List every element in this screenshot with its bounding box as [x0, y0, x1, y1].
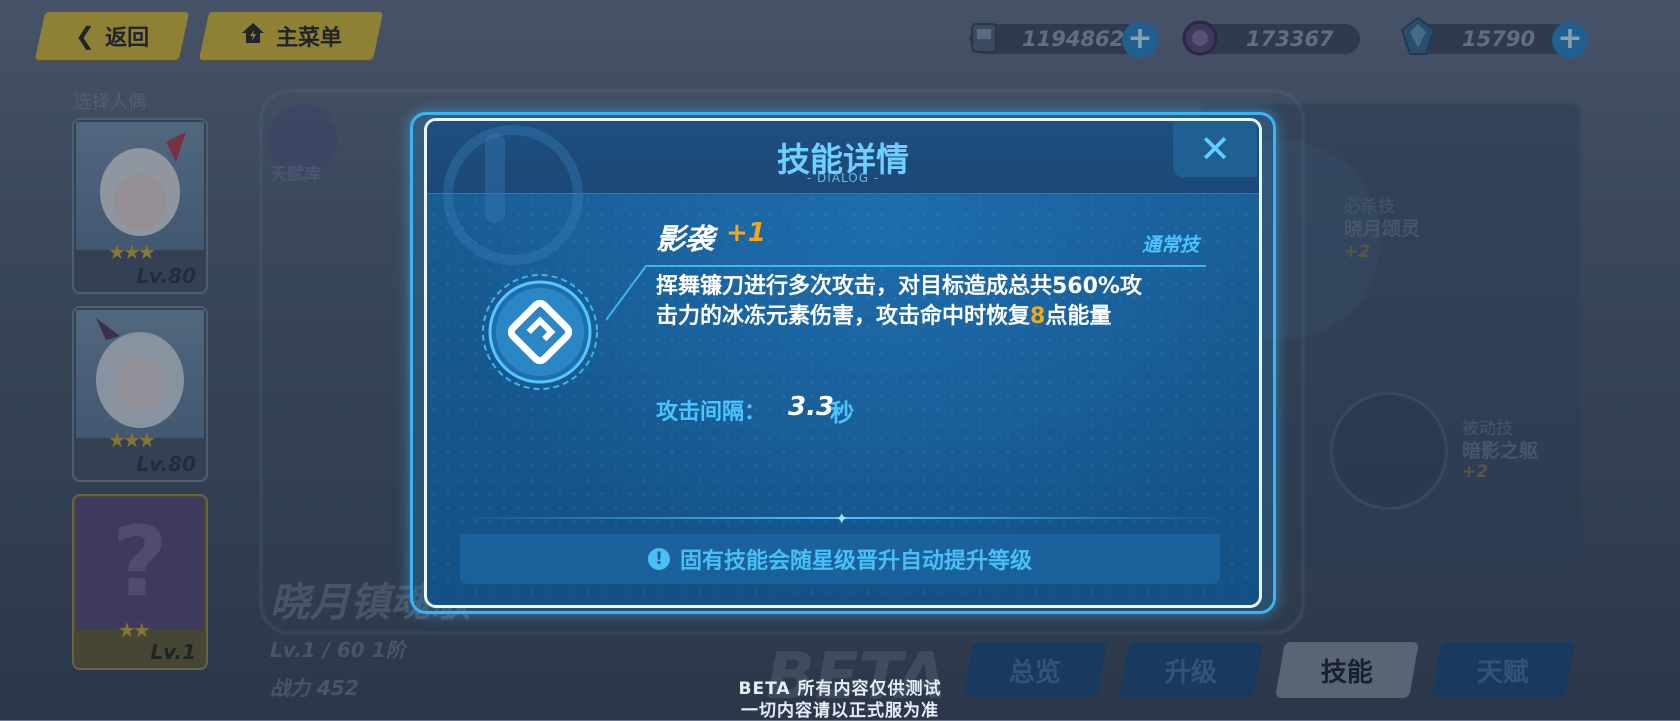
attack-interval-label: 攻击间隔：	[656, 400, 767, 425]
info-icon: !	[647, 548, 670, 570]
close-icon: ✕	[1199, 127, 1231, 171]
skill-description-line-2: 击力的冰冻元素伤害，攻击命中时恢复8点能量	[656, 304, 1112, 329]
beta-notice-line-2: 一切内容请以正式服为准	[741, 701, 939, 721]
attack-interval-unit: 秒	[830, 399, 854, 427]
notice-text: 固有技能会随星级晋升自动提升等级	[679, 549, 1032, 574]
energy-value: 8	[1030, 304, 1046, 329]
notice-bar: ! 固有技能会随星级晋升自动提升等级	[460, 534, 1220, 584]
skill-description: 挥舞镰刀进行多次攻击，对目标造成总共560%攻 击力的冰冻元素伤害，攻击命中时恢…	[656, 272, 1216, 332]
skill-type: 通常技	[1142, 234, 1200, 256]
decor-ring	[443, 125, 583, 265]
skill-name: 影袭	[656, 222, 715, 256]
divider-star-icon: ✦	[835, 509, 849, 528]
skill-description-line-1: 挥舞镰刀进行多次攻击，对目标造成总共560%攻	[656, 274, 1142, 299]
skill-level-bonus: +1	[726, 218, 766, 248]
skill-icon	[480, 272, 600, 392]
attack-interval-value: 3.3	[788, 392, 835, 422]
decor-exclamation	[485, 133, 505, 223]
close-button[interactable]: ✕	[1173, 121, 1257, 177]
